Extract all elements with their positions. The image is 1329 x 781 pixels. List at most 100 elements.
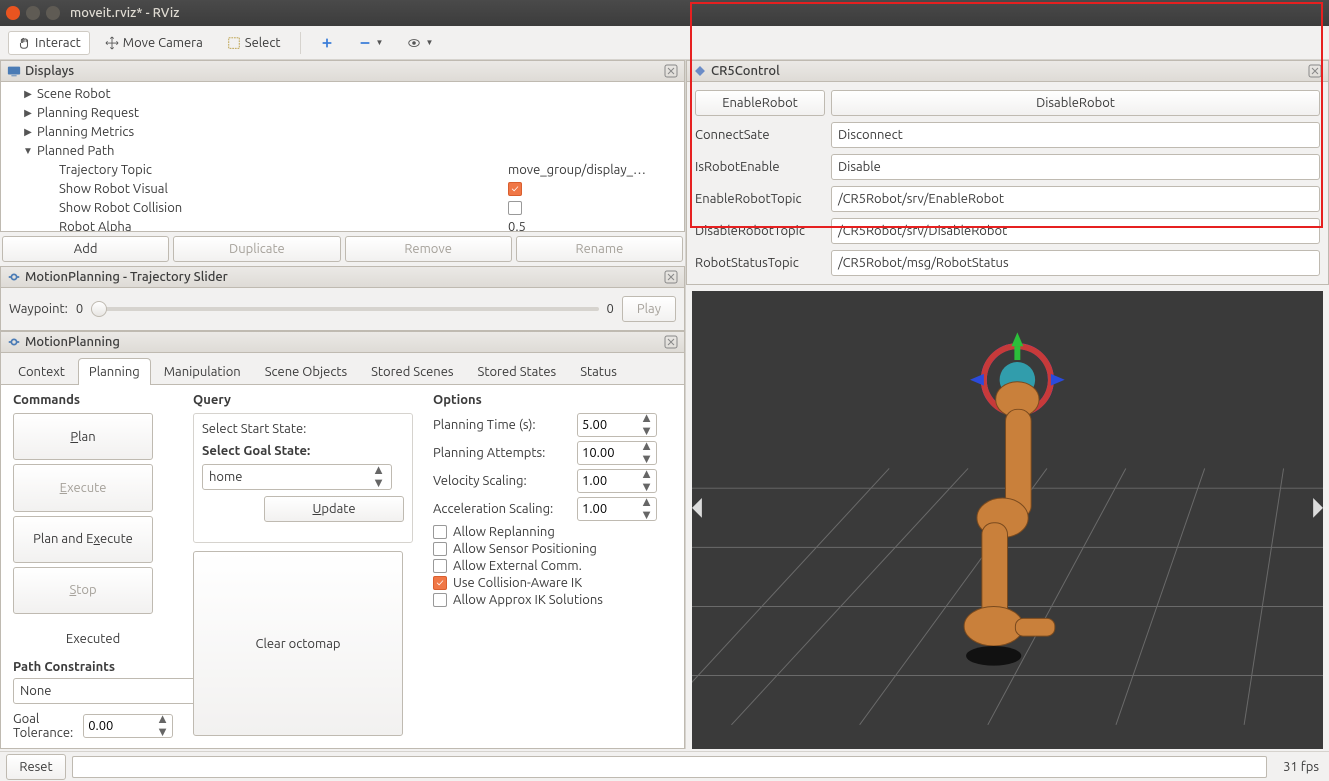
tree-item-robot-alpha[interactable]: Robot Alpha (1, 217, 504, 232)
select-tool-button[interactable]: Select (218, 31, 290, 55)
tree-item-planned-path[interactable]: ▼Planned Path (1, 141, 504, 160)
collision-ik-checkbox[interactable] (433, 576, 447, 590)
waypoint-label: Waypoint: (9, 302, 68, 316)
tree-item-planning-request[interactable]: ▶Planning Request (1, 103, 504, 122)
connect-state-field[interactable]: Disconnect (831, 122, 1320, 148)
waypoint-end: 0 (607, 302, 614, 316)
tree-item-scene-robot[interactable]: ▶Scene Robot (1, 84, 504, 103)
connect-state-label: ConnectSate (695, 128, 825, 142)
tree-item-show-collision[interactable]: Show Robot Collision (1, 198, 504, 217)
show-visual-checkbox[interactable] (508, 182, 522, 196)
add-tool-button[interactable] (311, 31, 343, 55)
duplicate-display-button[interactable]: Duplicate (173, 236, 340, 262)
move-camera-tool-button[interactable]: Move Camera (96, 31, 212, 55)
play-button[interactable]: Play (622, 296, 676, 322)
goal-tolerance-spin[interactable]: ▲▼ (83, 714, 173, 738)
view-tool-button[interactable]: ▼ (398, 31, 442, 55)
3d-viewport[interactable] (692, 291, 1323, 749)
tab-context[interactable]: Context (7, 358, 76, 385)
close-icon[interactable] (1308, 64, 1322, 78)
interact-label: Interact (35, 36, 81, 50)
interact-tool-button[interactable]: Interact (8, 31, 90, 55)
allow-external-checkbox[interactable] (433, 559, 447, 573)
goal-state-combo[interactable]: home ▲▼ (202, 464, 392, 490)
tab-stored-scenes[interactable]: Stored Scenes (360, 358, 464, 385)
stop-button[interactable]: Stop (13, 567, 153, 614)
planning-attempts-spin[interactable]: ▲▼ (577, 441, 657, 465)
window-minimize-icon[interactable] (26, 6, 40, 20)
disable-robot-button[interactable]: DisableRobot (831, 90, 1320, 116)
trajectory-panel-header[interactable]: MotionPlanning - Trajectory Slider (0, 266, 685, 288)
remove-tool-button[interactable]: ▼ (349, 31, 393, 55)
clear-octomap-button[interactable]: Clear octomap (193, 551, 403, 736)
disable-topic-label: DisableRobotTopic (695, 224, 825, 238)
move-camera-icon (105, 36, 119, 50)
tab-status[interactable]: Status (569, 358, 628, 385)
allow-replanning-checkbox[interactable] (433, 525, 447, 539)
displays-tree: ▶Scene Robot ▶Planning Request ▶Planning… (0, 82, 685, 232)
displays-title: Displays (25, 64, 664, 78)
link-icon (7, 335, 21, 349)
slider-thumb[interactable] (91, 301, 107, 317)
tab-planning[interactable]: Planning (78, 358, 151, 385)
planning-time-label: Planning Time (s): (433, 418, 573, 432)
tab-stored-states[interactable]: Stored States (467, 358, 568, 385)
eye-icon (407, 36, 421, 50)
trajectory-topic-value[interactable]: move_group/display_… (504, 160, 684, 179)
reset-button[interactable]: Reset (6, 754, 66, 780)
waypoint-slider[interactable] (91, 307, 598, 311)
motionplanning-title: MotionPlanning (25, 335, 664, 349)
window-titlebar: moveit.rviz* - RViz (0, 0, 1329, 26)
plan-and-execute-button[interactable]: Plan and Execute (13, 516, 153, 563)
allow-sensor-checkbox[interactable] (433, 542, 447, 556)
goal-tolerance-input[interactable] (84, 719, 140, 733)
tree-item-trajectory-topic[interactable]: Trajectory Topic (1, 160, 504, 179)
tab-manipulation[interactable]: Manipulation (153, 358, 252, 385)
plus-icon (320, 36, 334, 50)
start-state-label: Select Start State: (202, 422, 404, 436)
enable-topic-field[interactable]: /CR5Robot/srv/EnableRobot (831, 186, 1320, 212)
accel-scaling-label: Acceleration Scaling: (433, 502, 573, 516)
select-label: Select (245, 36, 281, 50)
planning-time-spin[interactable]: ▲▼ (577, 413, 657, 437)
displays-panel-header[interactable]: Displays (0, 60, 685, 82)
tab-scene-objects[interactable]: Scene Objects (254, 358, 358, 385)
window-close-icon[interactable] (6, 6, 20, 20)
tree-item-show-visual[interactable]: Show Robot Visual (1, 179, 504, 198)
approx-ik-checkbox[interactable] (433, 593, 447, 607)
displays-icon (7, 64, 21, 78)
waypoint-start: 0 (76, 302, 83, 316)
update-button[interactable]: Update (264, 496, 404, 522)
accel-scaling-spin[interactable]: ▲▼ (577, 497, 657, 521)
window-maximize-icon[interactable] (46, 6, 60, 20)
enable-topic-label: EnableRobotTopic (695, 192, 825, 206)
execute-button[interactable]: Execute (13, 464, 153, 511)
commands-heading: Commands (13, 393, 173, 407)
status-bar: Reset 31 fps (0, 751, 1329, 781)
trajectory-title: MotionPlanning - Trajectory Slider (25, 270, 664, 284)
close-icon[interactable] (664, 335, 678, 349)
close-icon[interactable] (664, 64, 678, 78)
status-topic-field[interactable]: /CR5Robot/msg/RobotStatus (831, 250, 1320, 276)
add-display-button[interactable]: Add (2, 236, 169, 262)
enable-robot-button[interactable]: EnableRobot (695, 90, 825, 116)
link-icon (7, 270, 21, 284)
show-collision-checkbox[interactable] (508, 201, 522, 215)
motionplanning-panel-header[interactable]: MotionPlanning (0, 331, 685, 353)
remove-display-button[interactable]: Remove (345, 236, 512, 262)
cr5control-panel-header[interactable]: CR5Control (686, 60, 1329, 82)
rename-display-button[interactable]: Rename (516, 236, 683, 262)
is-robot-enable-label: IsRobotEnable (695, 160, 825, 174)
cr5-title: CR5Control (711, 64, 1308, 78)
velocity-scaling-spin[interactable]: ▲▼ (577, 469, 657, 493)
robot-alpha-value[interactable]: 0.5 (504, 217, 684, 232)
close-icon[interactable] (664, 270, 678, 284)
grid-icon (692, 291, 1323, 725)
window-title: moveit.rviz* - RViz (70, 6, 179, 20)
velocity-scaling-label: Velocity Scaling: (433, 474, 573, 488)
planning-attempts-label: Planning Attempts: (433, 446, 573, 460)
tree-item-planning-metrics[interactable]: ▶Planning Metrics (1, 122, 504, 141)
is-robot-enable-field[interactable]: Disable (831, 154, 1320, 180)
disable-topic-field[interactable]: /CR5Robot/srv/DisableRobot (831, 218, 1320, 244)
plan-button[interactable]: Plan (13, 413, 153, 460)
